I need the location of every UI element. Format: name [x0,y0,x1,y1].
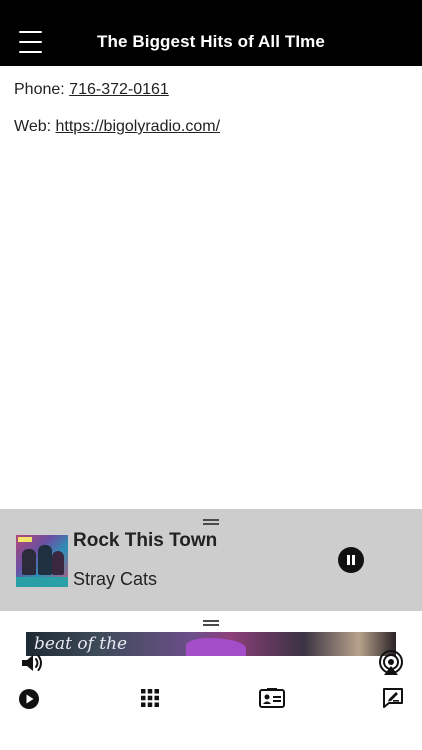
banner-text: beat of the [34,634,128,654]
phone-label: Phone: [14,81,65,98]
play-circle-icon[interactable] [18,688,40,710]
contact-info: Phone: 716-372-0161 Web: https://bigolyr… [14,78,408,152]
web-row: Web: https://bigolyradio.com/ [14,115,408,139]
album-art [16,535,68,587]
contact-card-icon[interactable] [259,688,285,708]
pause-button[interactable] [338,547,364,573]
web-link[interactable]: https://bigolyradio.com/ [56,118,221,135]
app-header: The Biggest Hits of All TIme [0,0,422,66]
drag-handle-icon[interactable] [203,519,219,525]
track-title: Rock This Town [73,530,218,551]
airplay-broadcast-icon[interactable] [378,650,404,676]
page-title: The Biggest Hits of All TIme [97,32,325,51]
phone-row: Phone: 716-372-0161 [14,78,408,102]
pause-icon [347,555,350,565]
drag-handle-icon[interactable] [203,620,219,626]
speaker-volume-icon[interactable] [20,652,44,674]
banner-image[interactable]: beat of the [26,632,396,656]
grid-apps-icon[interactable] [141,689,159,707]
phone-link[interactable]: 716-372-0161 [69,81,169,98]
edit-message-icon[interactable] [382,687,404,709]
web-label: Web: [14,118,52,135]
track-artist: Stray Cats [73,569,158,589]
banner-panel: beat of the [0,611,422,750]
